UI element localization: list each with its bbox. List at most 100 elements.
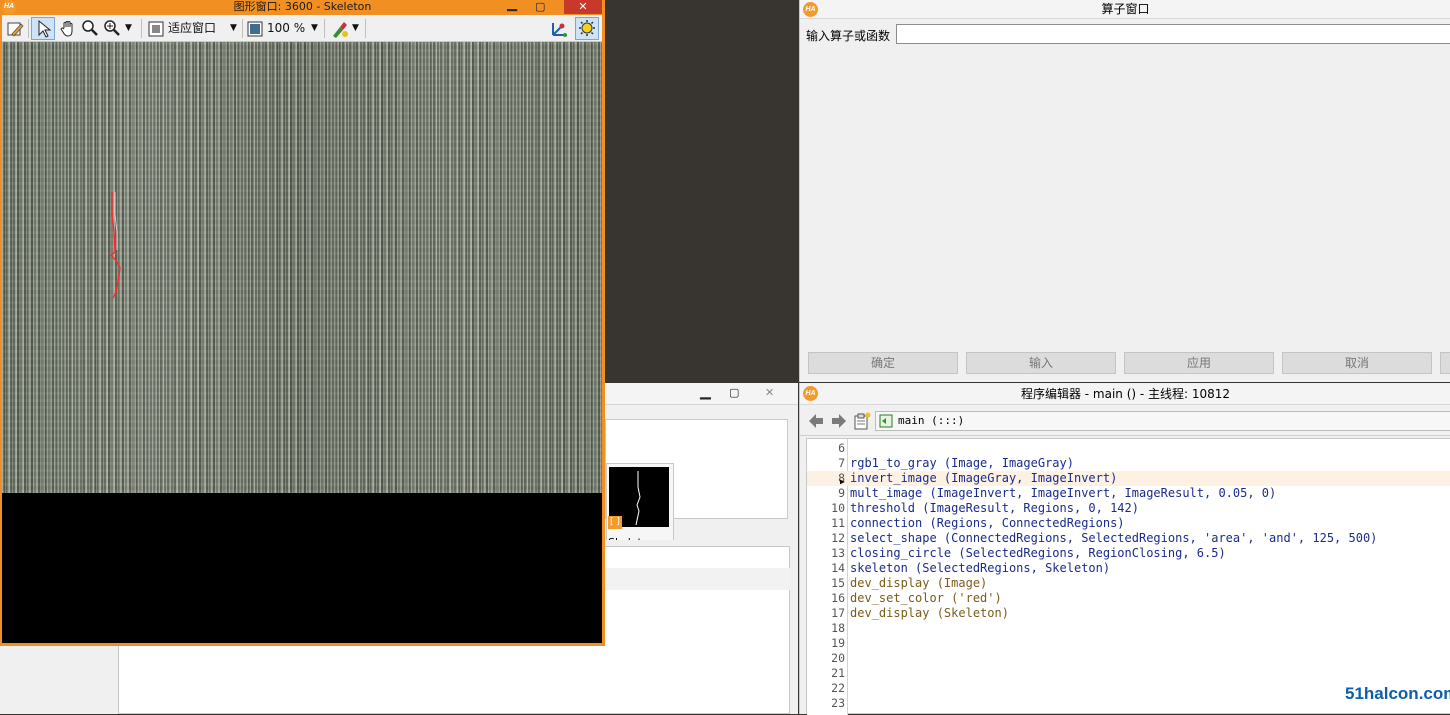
operator-input[interactable] <box>896 24 1450 44</box>
line-number: 12 <box>831 531 845 545</box>
cancel-button[interactable]: 取消 <box>1282 352 1432 374</box>
operator-window-title-text: 算子窗口 <box>1101 2 1150 16</box>
code-text: dev_display (Skeleton) <box>850 606 1009 620</box>
close-button[interactable]: ✕ <box>765 386 774 400</box>
clipboard-icon[interactable] <box>853 412 871 430</box>
back-arrow-icon[interactable] <box>808 413 824 429</box>
halcon-logo-icon: HA <box>803 386 818 401</box>
line-number: 11 <box>831 516 845 530</box>
zoom-mode-select[interactable]: 适应窗口 <box>168 18 216 39</box>
line-number: 15 <box>831 576 845 590</box>
pointer-tool-active[interactable] <box>31 17 55 40</box>
code-line[interactable]: 10 threshold (ImageResult, Regions, 0, 14… <box>807 501 1450 516</box>
program-editor-window: HA 程序编辑器 - main () - 主线程: 10812 main (::… <box>799 383 1450 715</box>
program-editor-title-text: 程序编辑器 - main () - 主线程: 10812 <box>1020 387 1231 401</box>
line-number: 21 <box>831 666 845 680</box>
iconic-variables-pane: [ ] Skeleton <box>605 419 788 553</box>
operator-window-title: HA 算子窗口 <box>800 0 1450 19</box>
code-text: dev_display (Image) <box>850 576 988 590</box>
line-number: 14 <box>831 561 845 575</box>
code-line[interactable]: 17 dev_display (Skeleton) <box>807 606 1450 621</box>
code-line[interactable]: 21 <box>807 666 1450 681</box>
line-number: 19 <box>831 636 845 650</box>
watermark: 51halcon.com <box>1345 684 1450 703</box>
code-line[interactable]: 16 dev_set_color ('red') <box>807 591 1450 606</box>
zoom-dropdown-arrow-icon[interactable]: ▼ <box>125 18 132 39</box>
code-line[interactable]: 7 rgb1_to_gray (Image, ImageGray) <box>807 456 1450 471</box>
code-line[interactable]: 8 invert_image (ImageGray, ImageInvert) ▶ <box>807 471 1450 486</box>
minimize-button[interactable]: ▁ <box>700 385 711 399</box>
maximize-button[interactable]: ▢ <box>729 386 739 400</box>
maximize-button[interactable]: ▢ <box>535 0 545 14</box>
halcon-logo-icon: HA <box>803 2 818 17</box>
code-text: connection (Regions, ConnectedRegions) <box>850 516 1125 530</box>
help-button-partial[interactable] <box>1440 352 1450 374</box>
line-number: 6 <box>838 441 845 455</box>
zoom-percent-select[interactable]: 100 % <box>267 18 305 39</box>
halcon-logo-icon: HA <box>2 0 16 14</box>
zoom-mode-dropdown-arrow-icon[interactable]: ▼ <box>230 18 237 39</box>
code-text: threshold (ImageResult, Regions, 0, 142) <box>850 501 1139 515</box>
code-text: skeleton (SelectedRegions, Skeleton) <box>850 561 1111 575</box>
skeleton-region-overlay <box>109 192 121 299</box>
line-number: 10 <box>831 501 845 515</box>
axes-icon[interactable] <box>549 19 569 39</box>
line-number: 18 <box>831 621 845 635</box>
code-editor[interactable]: 6 7 rgb1_to_gray (Image, ImageGray) 8 invert… <box>806 438 1450 715</box>
zoom-percent-dropdown-arrow-icon[interactable]: ▼ <box>311 18 318 39</box>
code-line[interactable]: 20 <box>807 651 1450 666</box>
operator-input-label: 输入算子或函数 <box>806 29 891 43</box>
code-line[interactable]: 6 <box>807 441 1450 456</box>
variable-window-title: ▁ ▢ ✕ <box>605 383 798 405</box>
line-number: 22 <box>831 681 845 695</box>
procedure-selector[interactable]: main (:::) <box>875 411 1450 431</box>
graphics-window: HA 图形窗口: 3600 - Skeleton ▁ ▢ ✕ ▼ 适应窗口 ▼ … <box>0 0 605 646</box>
code-text: dev_set_color ('red') <box>850 591 1002 605</box>
code-line[interactable]: 9 mult_image (ImageInvert, ImageInvert, I… <box>807 486 1450 501</box>
code-text: select_shape (ConnectedRegions, Selected… <box>850 531 1378 545</box>
code-line[interactable]: 15 dev_display (Image) <box>807 576 1450 591</box>
settings-toggle-active[interactable] <box>575 17 599 40</box>
line-number: 7 <box>838 456 845 470</box>
code-line[interactable]: 12 select_shape (ConnectedRegions, Select… <box>807 531 1450 546</box>
close-button[interactable]: ✕ <box>564 0 602 14</box>
forward-arrow-icon[interactable] <box>831 413 847 429</box>
line-number: 9 <box>838 486 845 500</box>
zoom-percent-icon[interactable] <box>247 21 263 37</box>
enter-button[interactable]: 输入 <box>966 352 1116 374</box>
code-text: rgb1_to_gray (Image, ImageGray) <box>850 456 1074 470</box>
code-text: invert_image (ImageGray, ImageInvert) <box>850 471 1118 485</box>
image-canvas[interactable] <box>2 42 602 643</box>
pointer-icon <box>38 19 52 38</box>
edit-icon[interactable] <box>6 20 24 38</box>
color-dropdown-arrow-icon[interactable]: ▼ <box>352 18 359 39</box>
apply-button[interactable]: 应用 <box>1124 352 1274 374</box>
code-text: mult_image (ImageInvert, ImageInvert, Im… <box>850 486 1277 500</box>
code-line[interactable]: 18 <box>807 621 1450 636</box>
hand-pan-icon[interactable] <box>59 19 77 37</box>
magnifier-icon[interactable] <box>81 19 99 37</box>
line-number: 23 <box>831 696 845 710</box>
program-editor-title: HA 程序编辑器 - main () - 主线程: 10812 <box>800 383 1450 405</box>
code-line[interactable]: 19 <box>807 636 1450 651</box>
procedure-name: main (:::) <box>898 414 965 427</box>
code-line[interactable]: 11 connection (Regions, ConnectedRegions) <box>807 516 1450 531</box>
color-brush-icon[interactable] <box>330 19 350 39</box>
region-badge-icon: [ ] <box>608 516 622 529</box>
line-number: 17 <box>831 606 845 620</box>
fit-window-icon[interactable] <box>148 21 164 37</box>
line-number: 13 <box>831 546 845 560</box>
line-number: 20 <box>831 651 845 665</box>
code-line[interactable]: 14 skeleton (SelectedRegions, Skeleton) <box>807 561 1450 576</box>
code-text: closing_circle (SelectedRegions, RegionC… <box>850 546 1226 560</box>
ok-button[interactable]: 确定 <box>808 352 958 374</box>
lightbulb-gear-icon <box>579 20 595 36</box>
code-line[interactable]: 13 closing_circle (SelectedRegions, Regio… <box>807 546 1450 561</box>
operator-window: HA 算子窗口 输入算子或函数 确定 输入 应用 取消 <box>799 0 1450 382</box>
graphics-toolbar: ▼ 适应窗口 ▼ 100 % ▼ ▼ <box>2 15 602 42</box>
graphics-window-title-text: 图形窗口: 3600 - Skeleton <box>233 0 372 13</box>
procedure-icon <box>879 414 893 428</box>
minimize-button[interactable]: ▁ <box>507 0 517 12</box>
zoom-in-icon[interactable] <box>103 19 121 37</box>
line-number: 16 <box>831 591 845 605</box>
